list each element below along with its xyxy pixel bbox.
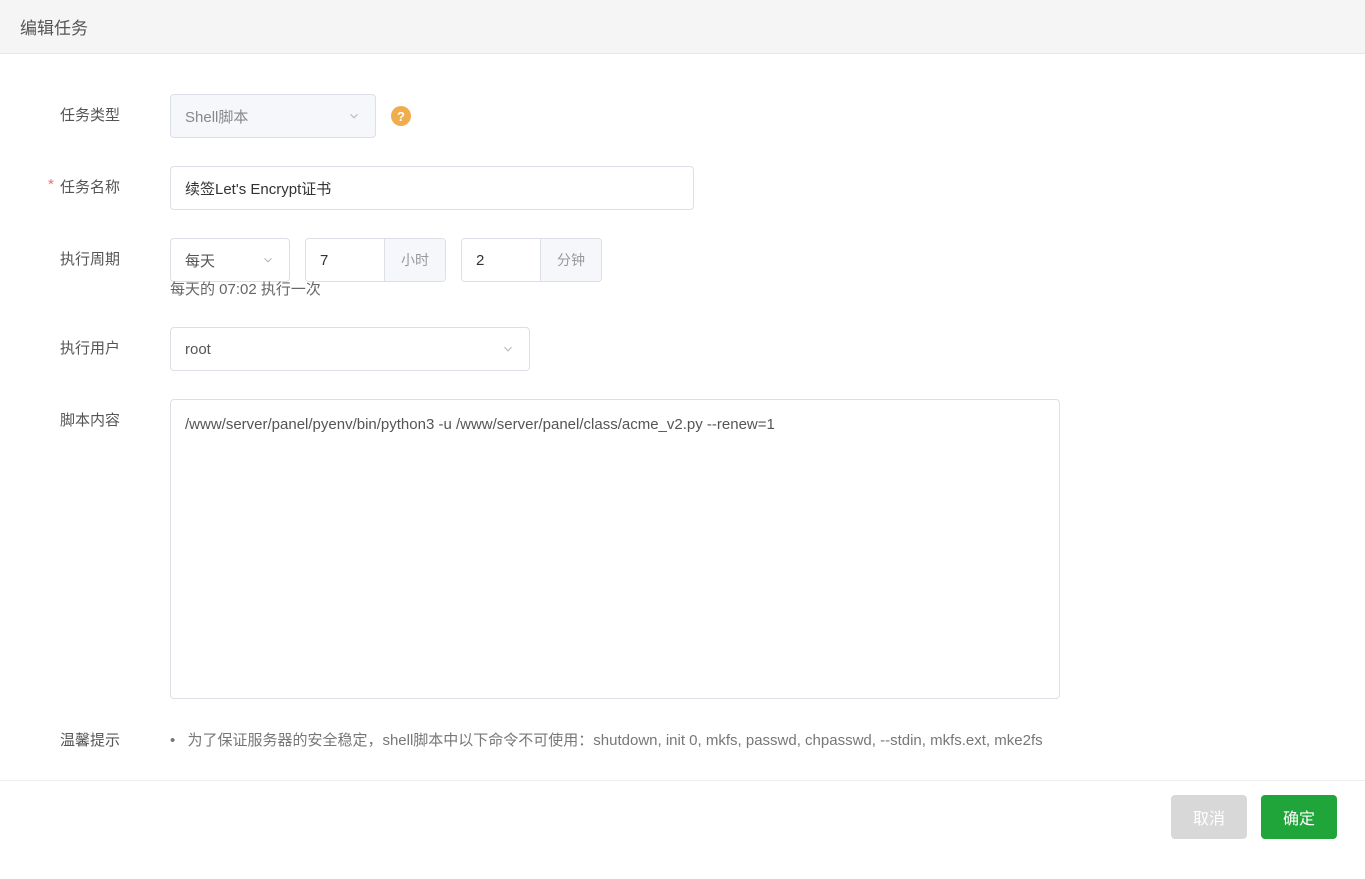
minute-suffix: 分钟 <box>540 239 601 281</box>
confirm-button[interactable]: 确定 <box>1261 795 1337 839</box>
hour-input[interactable] <box>306 239 384 281</box>
hour-suffix: 小时 <box>384 239 445 281</box>
task-type-value: Shell脚本 <box>185 106 248 127</box>
tips-content: • 为了保证服务器的安全稳定，shell脚本中以下命令不可使用：shutdown… <box>170 729 1043 750</box>
row-cycle: 执行周期 每天 小时 分钟 <box>60 238 1305 282</box>
user-select[interactable]: root <box>170 327 530 371</box>
cancel-button[interactable]: 取消 <box>1171 795 1247 839</box>
label-tips: 温馨提示 <box>60 729 170 750</box>
hour-input-group: 小时 <box>305 238 446 282</box>
row-tips: 温馨提示 • 为了保证服务器的安全稳定，shell脚本中以下命令不可使用：shu… <box>60 729 1305 750</box>
content-script <box>170 399 1305 699</box>
dialog-footer: 取消 确定 <box>0 780 1365 853</box>
label-cycle: 执行周期 <box>60 238 170 269</box>
cycle-freq-select[interactable]: 每天 <box>170 238 290 282</box>
dialog-header: 编辑任务 <box>0 0 1365 54</box>
chevron-down-icon <box>347 109 361 123</box>
dialog-body: 任务类型 Shell脚本 ? 任务名称 执行周期 每天 <box>0 54 1365 780</box>
row-user: 执行用户 root <box>60 327 1305 371</box>
minute-input[interactable] <box>462 239 540 281</box>
script-textarea[interactable] <box>170 399 1060 699</box>
bullet-icon: • <box>170 732 175 749</box>
content-cycle: 每天 小时 分钟 <box>170 238 1305 282</box>
label-script: 脚本内容 <box>60 399 170 430</box>
minute-input-group: 分钟 <box>461 238 602 282</box>
user-value: root <box>185 341 211 358</box>
cycle-freq-value: 每天 <box>185 250 215 271</box>
tips-text: 为了保证服务器的安全稳定，shell脚本中以下命令不可使用：shutdown, … <box>187 732 1042 749</box>
row-task-name: 任务名称 <box>60 166 1305 210</box>
dialog-title: 编辑任务 <box>20 19 88 38</box>
content-user: root <box>170 327 1305 371</box>
row-task-type: 任务类型 Shell脚本 ? <box>60 94 1305 138</box>
chevron-down-icon <box>501 342 515 356</box>
help-icon[interactable]: ? <box>391 106 411 126</box>
content-task-type: Shell脚本 ? <box>170 94 1305 138</box>
row-script: 脚本内容 <box>60 399 1305 699</box>
content-task-name <box>170 166 1305 210</box>
label-task-name: 任务名称 <box>60 166 170 197</box>
task-name-input[interactable] <box>170 166 694 210</box>
task-type-select[interactable]: Shell脚本 <box>170 94 376 138</box>
chevron-down-icon <box>261 253 275 267</box>
label-task-type: 任务类型 <box>60 94 170 125</box>
label-user: 执行用户 <box>60 327 170 358</box>
